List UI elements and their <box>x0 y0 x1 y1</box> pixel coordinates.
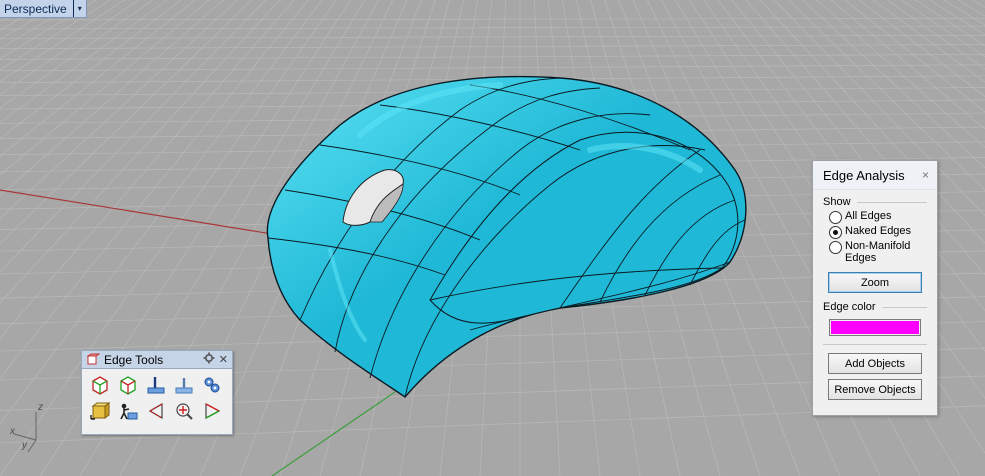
viewport-title[interactable]: Perspective <box>0 2 73 16</box>
axis-y-label: y <box>22 440 27 451</box>
merge-all-edges-icon[interactable] <box>172 373 196 397</box>
radio-non-manifold-edges-circle[interactable] <box>829 241 842 254</box>
edge-color-fill <box>831 321 919 334</box>
grid-line <box>0 17 985 21</box>
viewport-menu-dropdown[interactable]: ▾ <box>72 0 86 17</box>
show-label: Show <box>823 196 851 208</box>
duplicate-border-icon[interactable] <box>200 399 224 423</box>
perspective-viewport[interactable]: Perspective ▾ z x y Edge Tools ✕ Edge An… <box>0 0 985 476</box>
grid-line <box>0 54 985 60</box>
axis-z-label: z <box>38 402 43 413</box>
axis-x-label: x <box>10 426 15 437</box>
extract-edges-icon[interactable] <box>172 399 196 423</box>
radio-selected-dot <box>833 230 838 235</box>
add-objects-button[interactable]: Add Objects <box>828 353 922 374</box>
split-edge-icon[interactable] <box>88 373 112 397</box>
radio-non-manifold-edges[interactable]: Non-Manifold Edges <box>829 240 937 264</box>
edge-tools-title: Edge Tools <box>104 352 164 367</box>
show-group-header: Show <box>823 196 927 208</box>
edge-tools-toolbar: Edge Tools ✕ <box>81 350 233 435</box>
rhino-toolbar-icon <box>86 353 100 367</box>
grid-line <box>0 44 985 50</box>
split-face-edge-icon[interactable] <box>144 373 168 397</box>
viewport-title-tab[interactable]: Perspective ▾ <box>0 0 87 18</box>
rebuild-edges-icon[interactable] <box>200 373 224 397</box>
radio-all-edges-label[interactable]: All Edges <box>845 210 891 222</box>
mouse-3d-model <box>266 75 747 398</box>
grid-line <box>0 34 985 39</box>
radio-naked-edges[interactable]: Naked Edges <box>829 225 937 239</box>
toolbar-settings-gear-icon[interactable] <box>203 352 215 367</box>
grid-line <box>0 26 985 30</box>
panel-separator <box>823 344 927 345</box>
radio-all-edges[interactable]: All Edges <box>829 210 937 224</box>
edge-tools-titlebar[interactable]: Edge Tools ✕ <box>82 351 232 369</box>
toolbar-close-icon[interactable]: ✕ <box>219 353 228 366</box>
show-edges-icon[interactable] <box>88 399 112 423</box>
grid-line <box>0 64 985 72</box>
edge-analysis-title: Edge Analysis <box>823 167 905 183</box>
edge-analysis-close-icon[interactable]: × <box>922 168 929 182</box>
y-axis-line <box>271 391 396 476</box>
edge-analysis-panel: Edge Analysis × Show All Edges Naked Edg… <box>812 160 938 416</box>
remove-objects-button[interactable]: Remove Objects <box>828 379 922 400</box>
show-divider <box>856 201 927 203</box>
world-axes-icon: z x y <box>8 400 68 460</box>
radio-naked-edges-label[interactable]: Naked Edges <box>845 225 911 237</box>
merge-edge-icon[interactable] <box>116 373 140 397</box>
edge-color-divider <box>881 306 927 308</box>
join-2-naked-edges-icon[interactable] <box>116 399 140 423</box>
edge-color-group-header: Edge color <box>823 301 927 313</box>
edge-color-label: Edge color <box>823 301 876 313</box>
edge-color-swatch[interactable] <box>829 319 921 336</box>
radio-naked-edges-circle[interactable] <box>829 226 842 239</box>
radio-non-manifold-edges-label[interactable]: Non-Manifold Edges <box>845 240 915 264</box>
edge-tools-buttons <box>82 369 232 425</box>
select-naked-edges-icon[interactable] <box>144 399 168 423</box>
radio-all-edges-circle[interactable] <box>829 211 842 224</box>
edge-analysis-titlebar[interactable]: Edge Analysis × <box>813 161 937 190</box>
zoom-button[interactable]: Zoom <box>828 272 922 293</box>
